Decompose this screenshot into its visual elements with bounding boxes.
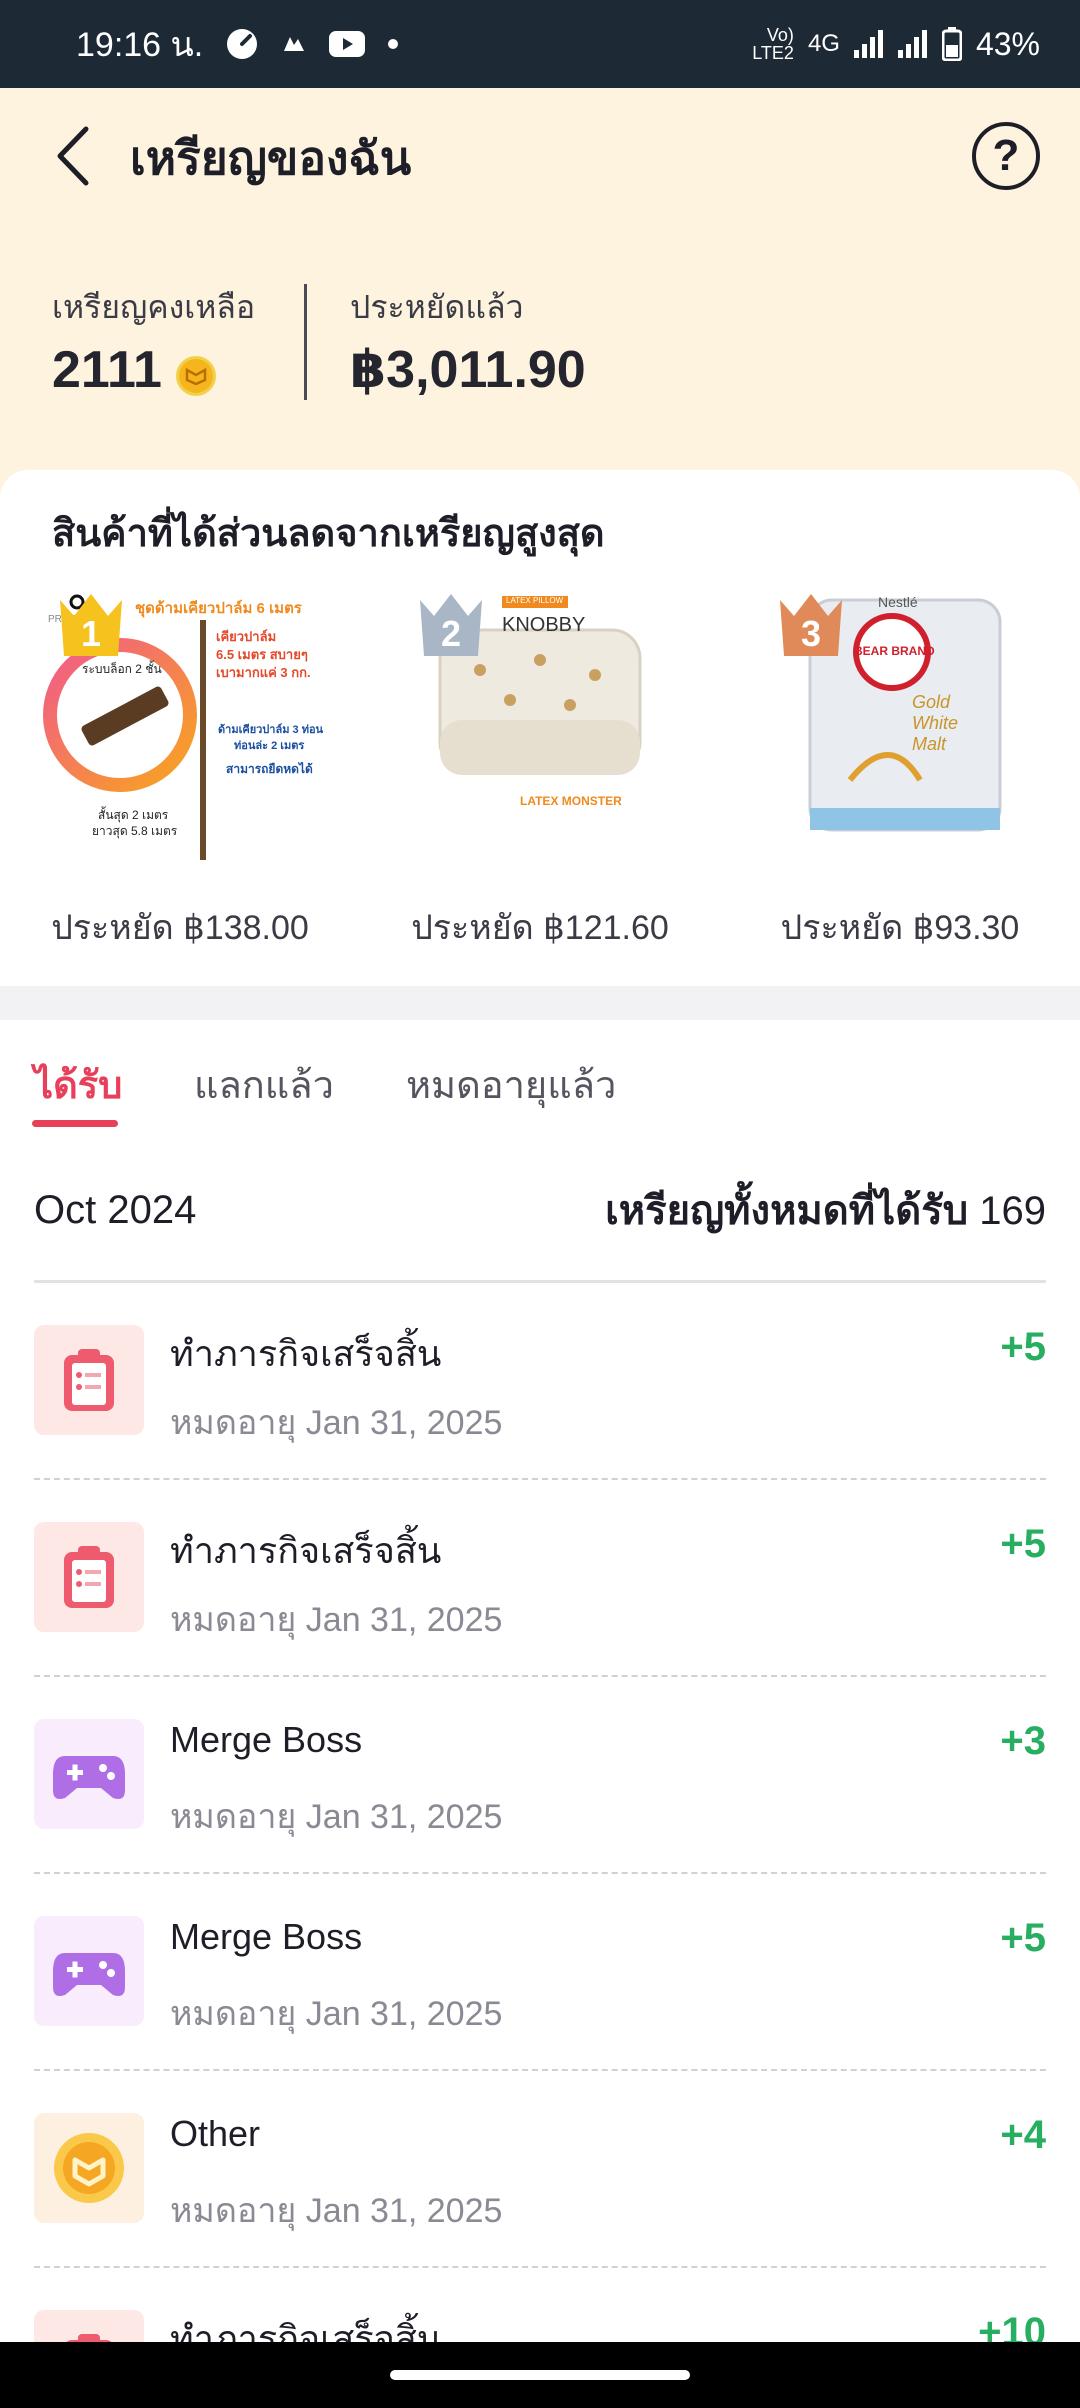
product-img-text-9: ยาวสุด 5.8 เมตร [92,824,178,838]
item-points: +5 [1000,1522,1046,1566]
youtube-icon [329,31,366,57]
app-notification-icon [281,33,307,55]
item-title: Merge Boss [170,1916,363,1957]
total-received: เหรียญทั้งหมดที่ได้รับ 169 [605,1178,1046,1242]
product-card-2[interactable]: LATEX PILLOW KNOBBY LATEX MONSTER 2 ประห… [380,580,700,980]
list-item[interactable]: Other หมดอายุ Jan 31, 2025 +4 [34,2071,1046,2268]
product-img-foot: LATEX MONSTER [520,794,622,808]
tab-expired[interactable]: หมดอายุแล้ว [406,1054,616,1115]
remaining-coins-label: เหรียญคงเหลือ [52,289,256,325]
total-received-value: 169 [979,1189,1046,1233]
item-expiry: หมดอายุ Jan 31, 2025 [170,1798,503,1836]
rank-crown-icon-1: 1 [60,594,122,656]
item-points: +5 [1000,1916,1046,1960]
help-button[interactable]: ? [972,122,1040,190]
top-discount-products-card: สินค้าที่ได้ส่วนลดจากเหรียญสูงสุด PRO K … [0,470,1080,986]
list-item[interactable]: ทำภารกิจเสร็จสิ้น หมดอายุ Jan 31, 2025 +… [34,1480,1046,1677]
product-img-brand: KNOBBY [502,614,586,636]
question-mark-icon: ? [992,131,1020,180]
tab-redeemed[interactable]: แลกแล้ว [194,1054,334,1115]
item-points: +3 [1000,1719,1046,1763]
rank-number-3: 3 [801,613,821,654]
product-img-text-4: ระบบล็อก 2 ชั้น [82,662,162,676]
signal-icon-2 [897,30,928,58]
product-save-2: ประหยัด ฿121.60 [411,909,669,947]
battery-percent: 43% [975,25,1040,62]
item-expiry: หมดอายุ Jan 31, 2025 [170,1601,503,1639]
speedometer-icon [225,27,259,61]
coin-history-tabs: ได้รับ แลกแล้ว หมดอายุแล้ว [0,1020,1080,1140]
rank-crown-icon-3: 3 [780,594,842,656]
coin-icon [34,2113,144,2223]
status-bar: 19:16 น. Vo) LTE2 4G 43% [0,0,1080,88]
clipboard-icon [34,1325,144,1435]
home-gesture-handle[interactable] [390,2370,690,2380]
item-title: Merge Boss [170,1719,363,1760]
signal-icon [853,30,884,58]
total-received-label: เหรียญทั้งหมดที่ได้รับ [605,1189,969,1233]
list-item[interactable]: Merge Boss หมดอายุ Jan 31, 2025 +3 [34,1677,1046,1874]
rank-crown-icon-2: 2 [420,594,482,656]
section-separator [0,986,1080,1020]
rank-number-2: 2 [441,613,461,654]
item-expiry: หมดอายุ Jan 31, 2025 [170,2192,503,2230]
item-expiry: หมดอายุ Jan 31, 2025 [170,1404,503,1442]
network-type: 4G [807,30,840,57]
gamepad-icon [34,1719,144,1829]
coin-history-list: ทำภารกิจเสร็จสิ้น หมดอายุ Jan 31, 2025 +… [34,1283,1046,2408]
product-img-name-3: BEAR BRAND [854,644,935,658]
rank-number-1: 1 [81,613,101,654]
item-title: Other [170,2113,261,2154]
volte-indicator: Vo) LTE2 [752,25,794,63]
back-button[interactable] [44,118,100,194]
item-title: ทำภารกิจเสร็จสิ้น [170,1530,442,1571]
item-title: ทำภารกิจเสร็จสิ้น [170,1333,442,1374]
month-summary: Oct 2024 เหรียญทั้งหมดที่ได้รับ 169 [34,1182,1046,1238]
active-tab-indicator [32,1120,118,1127]
status-time: 19:16 น. [76,26,204,64]
product-img-text-6: ท่อนล่ะ 2 เมตร [234,740,305,752]
month-label: Oct 2024 [34,1187,197,1232]
gamepad-icon [34,1916,144,2026]
top-products-title: สินค้าที่ได้ส่วนลดจากเหรียญสูงสุด [52,513,605,555]
battery-icon [941,27,962,61]
item-points: +4 [1000,2113,1046,2157]
list-item[interactable]: Merge Boss หมดอายุ Jan 31, 2025 +5 [34,1874,1046,2071]
tab-received[interactable]: ได้รับ [34,1054,122,1115]
product-card-1[interactable]: PRO K ชุดด้ามเคียวปาล์ม 6 เมตร เคียวปาล์… [20,580,340,980]
saved-value: ฿3,011.90 [350,341,586,399]
system-navigation-bar [0,2342,1080,2408]
list-item[interactable]: ทำภารกิจเสร็จสิ้น หมดอายุ Jan 31, 2025 +… [34,1283,1046,1480]
product-img-flavor-3: Gold White Malt [912,692,959,754]
clipboard-icon [34,1522,144,1632]
product-save-1: ประหยัด ฿138.00 [51,909,309,947]
product-card-3[interactable]: Nestlé BEAR BRAND Gold White Malt 3 ประห… [740,580,1060,980]
remaining-coins-value: 2111 [52,341,162,399]
saved-label: ประหยัดแล้ว [350,289,524,325]
product-img-title: ชุดด้ามเคียวปาล์ม 6 เมตร [135,600,302,617]
product-img-text-7: สามารถยืดหดได้ [226,762,313,776]
page-title: เหรียญของฉัน [130,132,412,184]
product-save-3: ประหยัด ฿93.30 [780,909,1020,947]
more-notifications-dot-icon [387,38,399,50]
stats-divider [304,284,307,400]
chevron-left-icon [57,126,89,186]
product-img-brand-3: Nestlé [878,594,918,610]
product-img-text-3: เบามากแค่ 3 กก. [216,665,311,680]
coin-icon [176,356,216,396]
item-expiry: หมดอายุ Jan 31, 2025 [170,1995,503,2033]
product-img-tag: LATEX PILLOW [506,596,564,605]
item-points: +5 [1000,1325,1046,1369]
